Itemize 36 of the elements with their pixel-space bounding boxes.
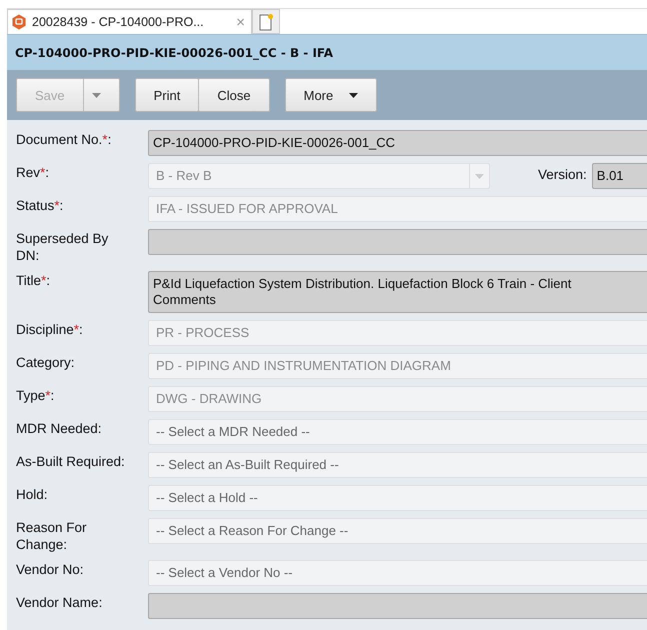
field-label: Vendor No: [16,561,85,578]
field-label: Version: [538,166,587,182]
field-label: Rev*: [16,164,50,181]
caret-icon [475,174,484,178]
new-tab-button[interactable] [252,9,280,34]
app-icon [11,14,27,30]
field-label: Document No.*: [16,131,112,148]
field-label: Hold: [16,486,49,503]
new-document-icon [258,12,274,30]
field-label: Reason For Change: [16,519,88,553]
tab-title: 20028439 - CP-104000-PRO... [32,15,204,29]
field-label: Status*: [16,197,64,214]
field-label: Title*: [16,272,52,289]
field-label: Superseded By DN: [16,230,110,264]
select-field[interactable]: -- Select a Hold -- [148,485,647,511]
select-field[interactable]: -- Select a Vendor No -- [148,560,647,586]
field-label: MDR Needed: [16,420,103,437]
toolbar-button[interactable]: Close [198,78,270,112]
field-label: Category: [16,354,76,371]
select-field[interactable]: -- Select a Reason For Change -- [148,518,647,544]
document-title: CP-104000-PRO-PID-KIE-00026-001_CC - B - IFA [15,46,334,60]
readonly-field[interactable]: CP-104000-PRO-PID-KIE-00026-001_CC [148,130,647,156]
readonly-field[interactable]: P&Id Liquefaction System Distribution. Liquefaction Block 6 Train - Client Comments [148,271,647,313]
toolbar-button[interactable]: More [284,78,378,112]
readonly-field[interactable] [148,229,647,255]
caret-icon [92,92,101,98]
field-label: Discipline*: [16,321,84,338]
select-field[interactable]: -- Select an As-Built Required -- [148,452,647,478]
field-label: Type*: [16,387,56,404]
close-tab-button[interactable]: × [236,14,245,30]
caret-icon [349,92,358,98]
toolbar-button[interactable]: Print [134,78,200,112]
field-label: As-Built Required: [16,453,126,470]
field-label: Vendor Name: [16,594,104,611]
readonly-field[interactable] [148,593,647,619]
select-field[interactable]: -- Select a MDR Needed -- [148,419,647,445]
